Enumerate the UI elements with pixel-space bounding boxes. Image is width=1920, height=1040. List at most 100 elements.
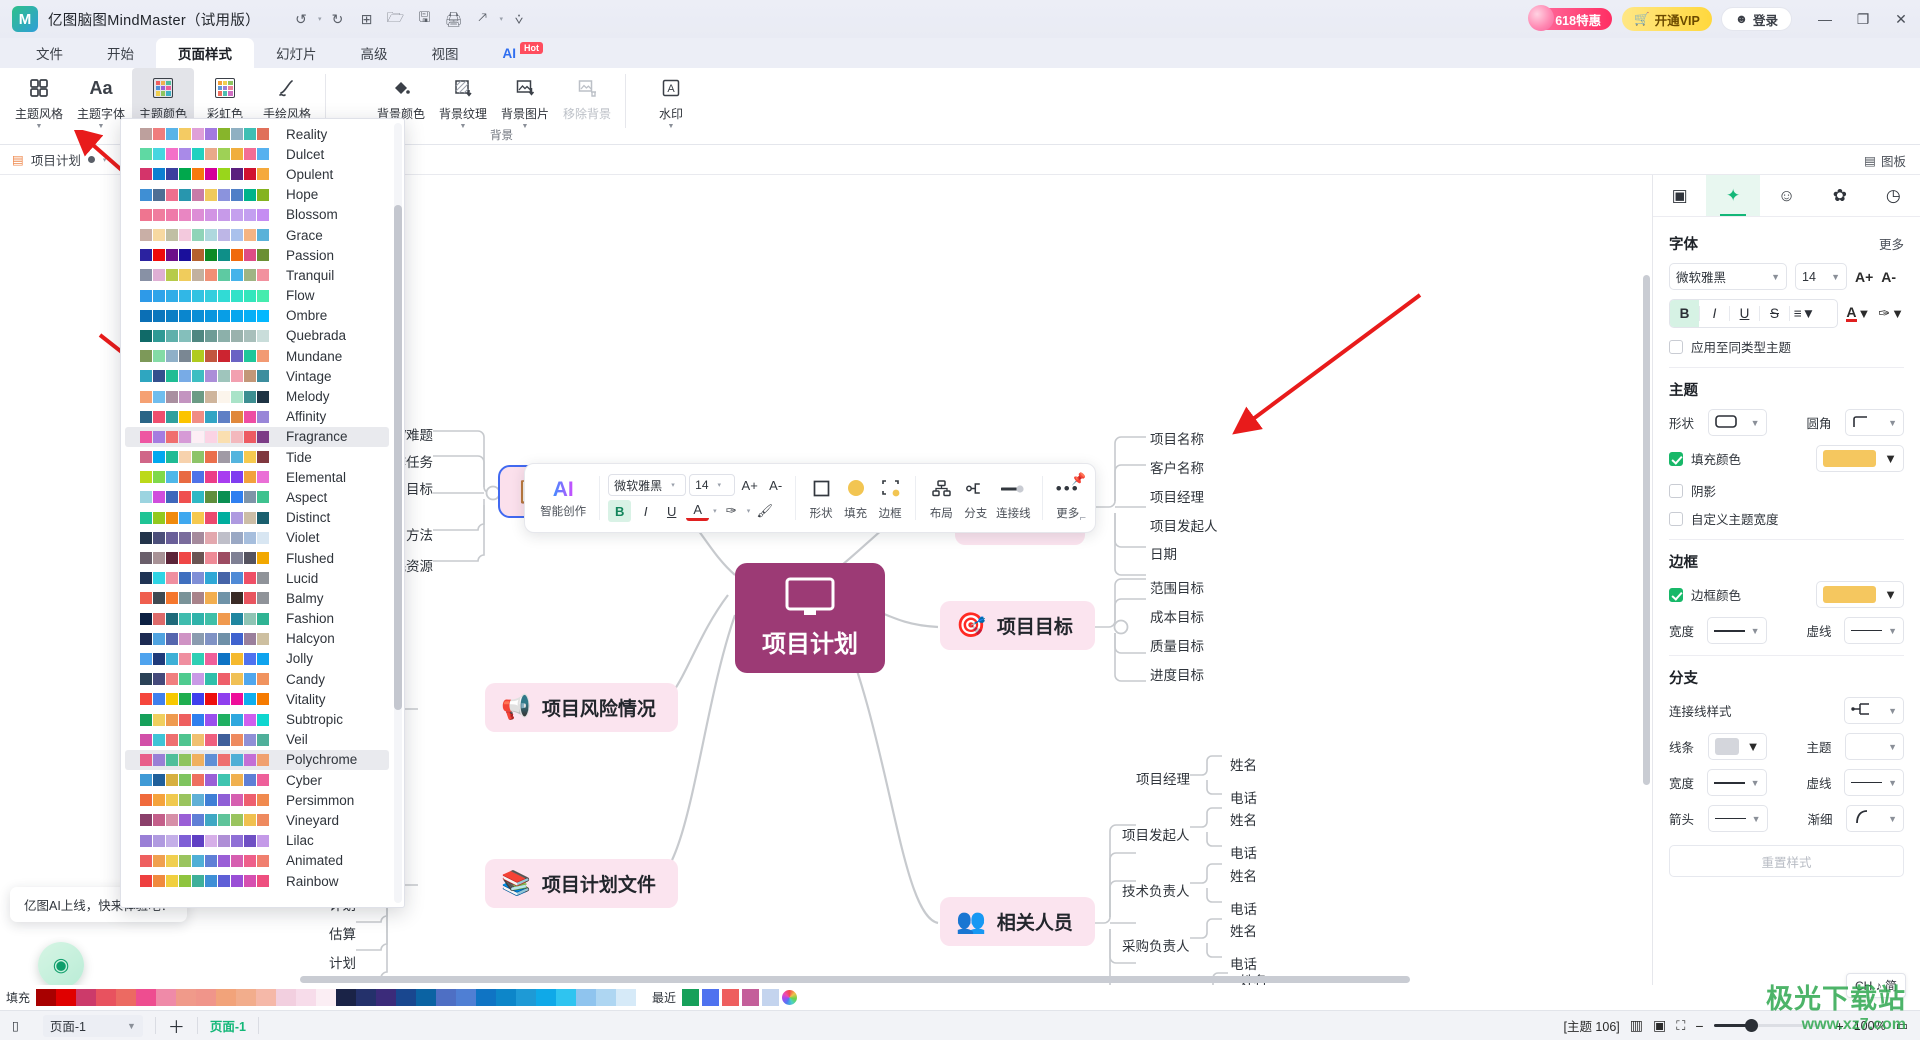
undo-icon[interactable]: ↺: [288, 7, 314, 31]
ai-assistant-button[interactable]: ◉: [38, 942, 84, 988]
theme-color-item[interactable]: Fashion: [125, 609, 389, 629]
fill-color-swatch[interactable]: [416, 989, 437, 1006]
login-button[interactable]: ☻ 登录: [1720, 7, 1792, 31]
layout-button[interactable]: 布局: [924, 476, 958, 521]
apply-same-type-checkbox[interactable]: [1669, 339, 1683, 354]
panel-font-size-select[interactable]: 14 ▼: [1795, 263, 1847, 290]
fill-color-swatch[interactable]: [296, 989, 317, 1006]
theme-color-item[interactable]: Vineyard: [125, 810, 389, 830]
panel-text-color-button[interactable]: A: [1846, 305, 1857, 322]
chevron-down-icon[interactable]: ▼: [1891, 306, 1904, 321]
highlight-button[interactable]: ✑: [720, 500, 743, 522]
canvas-horizontal-scrollbar[interactable]: [0, 975, 1652, 984]
recent-color-swatch[interactable]: [742, 989, 760, 1006]
leaf-planfile-5[interactable]: 估算: [300, 923, 356, 943]
custom-width-checkbox[interactable]: [1669, 511, 1683, 526]
fill-color-swatch[interactable]: [336, 989, 357, 1006]
theme-color-item[interactable]: Animated: [125, 851, 389, 871]
fill-color-select[interactable]: ▼: [1816, 445, 1904, 472]
add-page-button[interactable]: ＋: [156, 1013, 197, 1038]
leaf-role-1[interactable]: 项目发起人: [1122, 824, 1190, 844]
undo-dropdown-icon[interactable]: ▾: [318, 15, 322, 23]
theme-color-item[interactable]: Elemental: [125, 467, 389, 487]
leaf-role-0[interactable]: 项目经理: [1136, 768, 1190, 788]
branch-dash-select[interactable]: ▼: [1844, 769, 1904, 796]
branch-taper-select[interactable]: ▼: [1846, 805, 1904, 832]
increase-font-button[interactable]: A+: [738, 474, 761, 496]
panel-italic-button[interactable]: I: [1700, 300, 1729, 327]
theme-color-item[interactable]: Aspect: [125, 487, 389, 507]
leaf-background-1[interactable]: 客户名称: [1150, 457, 1204, 477]
theme-color-item[interactable]: Vintage: [125, 366, 389, 386]
panel-tab-icon[interactable]: ☺: [1760, 175, 1813, 216]
theme-color-item[interactable]: Rainbow: [125, 871, 389, 891]
redo-icon[interactable]: ↻: [324, 7, 350, 31]
theme-color-item[interactable]: Persimmon: [125, 790, 389, 810]
fill-color-swatch[interactable]: [596, 989, 617, 1006]
fill-color-swatch[interactable]: [496, 989, 517, 1006]
theme-color-item[interactable]: Flushed: [125, 548, 389, 568]
border-width-select[interactable]: ▼: [1706, 617, 1767, 644]
leaf-background-2[interactable]: 项目经理: [1150, 486, 1204, 506]
fill-color-swatch[interactable]: [576, 989, 597, 1006]
fill-color-swatch[interactable]: [256, 989, 277, 1006]
zoom-slider[interactable]: [1713, 1019, 1826, 1032]
theme-color-item[interactable]: Candy: [125, 669, 389, 689]
tab-page-style[interactable]: 页面样式: [156, 38, 254, 68]
ribbon-bg-image[interactable]: 背景图片 ▼: [494, 68, 556, 134]
connector-style-select[interactable]: ▼: [1844, 697, 1904, 724]
leaf-role-2[interactable]: 技术负责人: [1122, 880, 1190, 900]
corner-select[interactable]: ▼: [1845, 409, 1904, 436]
export-dropdown-icon[interactable]: ▾: [499, 15, 503, 23]
leaf-planfile-6[interactable]: 计划: [300, 952, 356, 972]
decrease-font-button[interactable]: A-: [764, 474, 787, 496]
panel-increase-font-button[interactable]: A+: [1855, 269, 1873, 285]
leaf-goal-3[interactable]: 进度目标: [1150, 664, 1204, 684]
scrollbar-thumb[interactable]: [300, 976, 1410, 983]
font-size-select[interactable]: 14 ▾: [689, 474, 736, 496]
theme-color-item[interactable]: Opulent: [125, 164, 389, 184]
print-icon[interactable]: 🖨: [440, 7, 466, 31]
leaf-role-3[interactable]: 采购负责人: [1122, 935, 1190, 955]
open-icon[interactable]: 🗁: [382, 7, 408, 31]
format-painter-button[interactable]: 🖌: [753, 500, 776, 522]
leaf-role-1-name[interactable]: 姓名: [1230, 809, 1257, 829]
ai-create-button[interactable]: AI 智能创作: [535, 478, 591, 519]
leaf-role-3-name[interactable]: 姓名: [1230, 920, 1257, 940]
pin-icon[interactable]: 📌: [1071, 472, 1086, 486]
fill-color-strip[interactable]: [36, 989, 637, 1006]
leaf-role-2-name[interactable]: 姓名: [1230, 865, 1257, 885]
fit-window-icon[interactable]: ▭: [1896, 1018, 1908, 1034]
theme-color-item[interactable]: Lilac: [125, 831, 389, 851]
ribbon-theme-style[interactable]: 主题风格 ▼: [8, 68, 70, 134]
fill-color-swatch[interactable]: [556, 989, 577, 1006]
mindmap-node-people[interactable]: 👥 相关人员: [940, 897, 1095, 946]
leaf-background-4[interactable]: 日期: [1150, 543, 1177, 563]
panel-tab-sticker[interactable]: ✿: [1813, 175, 1866, 216]
tab-view[interactable]: 视图: [410, 38, 481, 68]
theme-color-item[interactable]: Mundane: [125, 346, 389, 366]
panel-tab-shape[interactable]: ▣: [1653, 175, 1706, 216]
branch-arrow-select[interactable]: ▼: [1707, 805, 1768, 832]
theme-color-item[interactable]: Reality: [125, 124, 389, 144]
border-dash-select[interactable]: ▼: [1844, 617, 1904, 644]
page-list-button[interactable]: ▯: [0, 1018, 31, 1033]
theme-color-item[interactable]: Affinity: [125, 407, 389, 427]
chevron-down-icon[interactable]: ▼: [36, 123, 43, 130]
shadow-checkbox[interactable]: [1669, 483, 1683, 498]
theme-color-item[interactable]: Passion: [125, 245, 389, 265]
border-button[interactable]: 边框: [873, 476, 907, 521]
leaf-goal-2[interactable]: 质量目标: [1150, 635, 1204, 655]
panel-tab-history[interactable]: ◷: [1867, 175, 1920, 216]
chevron-down-icon[interactable]: ▼: [668, 123, 675, 130]
color-wheel-icon[interactable]: [782, 990, 798, 1005]
theme-color-item[interactable]: Vitality: [125, 689, 389, 709]
ime-indicator[interactable]: CH ♪ 简: [1845, 973, 1906, 998]
new-icon[interactable]: ⊞: [353, 7, 379, 31]
export-icon[interactable]: 🡕: [469, 7, 495, 31]
tab-ai[interactable]: AI Hot: [481, 38, 566, 68]
zoom-out-button[interactable]: −: [1695, 1018, 1703, 1034]
apply-same-type-row[interactable]: 应用至同类型主题: [1669, 337, 1904, 356]
page-select[interactable]: 页面-1 ▼: [42, 1014, 143, 1037]
theme-color-item[interactable]: Ombre: [125, 306, 389, 326]
